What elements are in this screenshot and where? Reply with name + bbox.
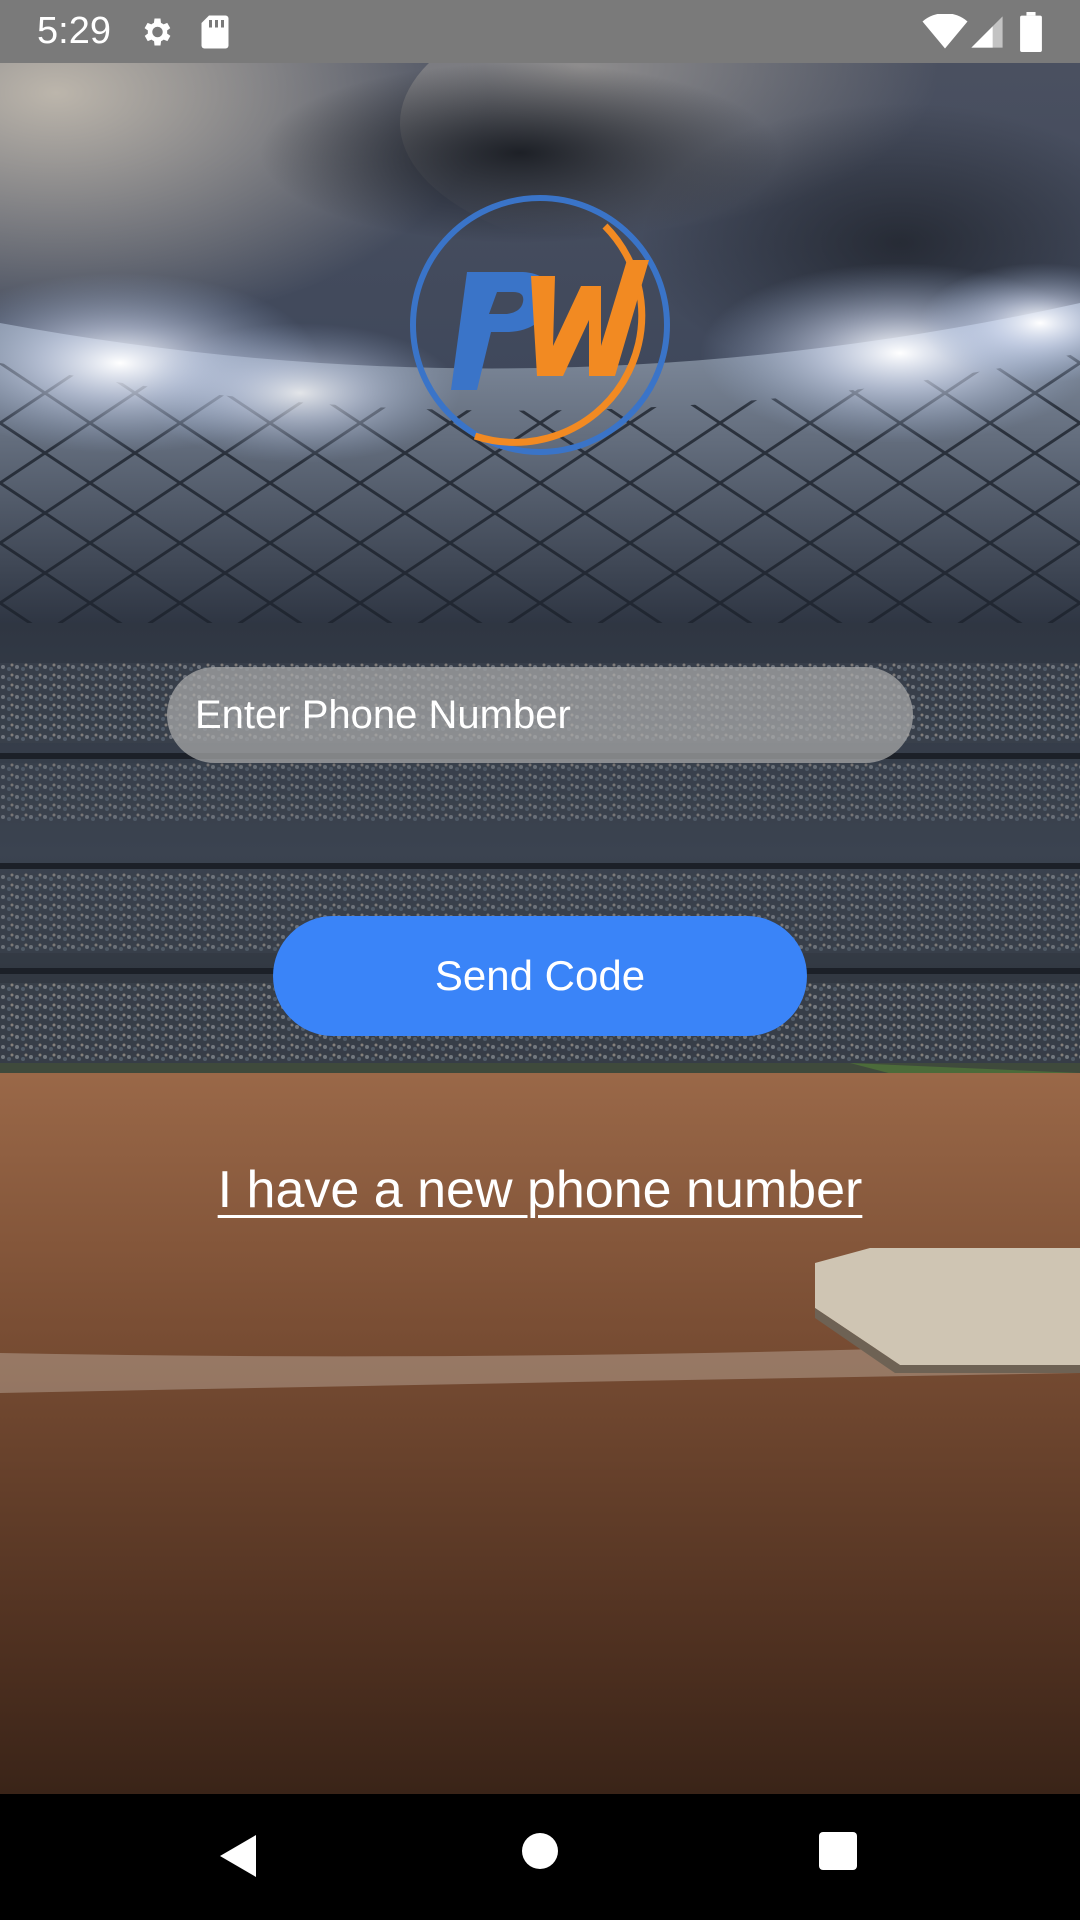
recents-icon[interactable] bbox=[818, 1831, 858, 1871]
wifi-icon bbox=[922, 14, 968, 49]
pw-logo bbox=[410, 195, 670, 455]
gear-icon bbox=[144, 18, 171, 46]
signal-icon bbox=[971, 16, 1003, 48]
phone-number-input[interactable] bbox=[167, 667, 913, 763]
login-screen: 5:29 Enter Phone Number Send Code I have… bbox=[0, 0, 1080, 1920]
status-bar: 5:29 bbox=[0, 0, 1080, 63]
send-code-button[interactable]: Send Code bbox=[273, 916, 807, 1036]
battery-icon bbox=[1020, 12, 1042, 52]
new-phone-number-link[interactable]: I have a new phone number bbox=[0, 1160, 1080, 1220]
back-icon[interactable] bbox=[216, 1831, 260, 1881]
sd-card-icon bbox=[201, 15, 229, 49]
status-time: 5:29 bbox=[37, 10, 111, 52]
navigation-bar bbox=[0, 1794, 1080, 1920]
home-icon[interactable] bbox=[520, 1831, 560, 1871]
